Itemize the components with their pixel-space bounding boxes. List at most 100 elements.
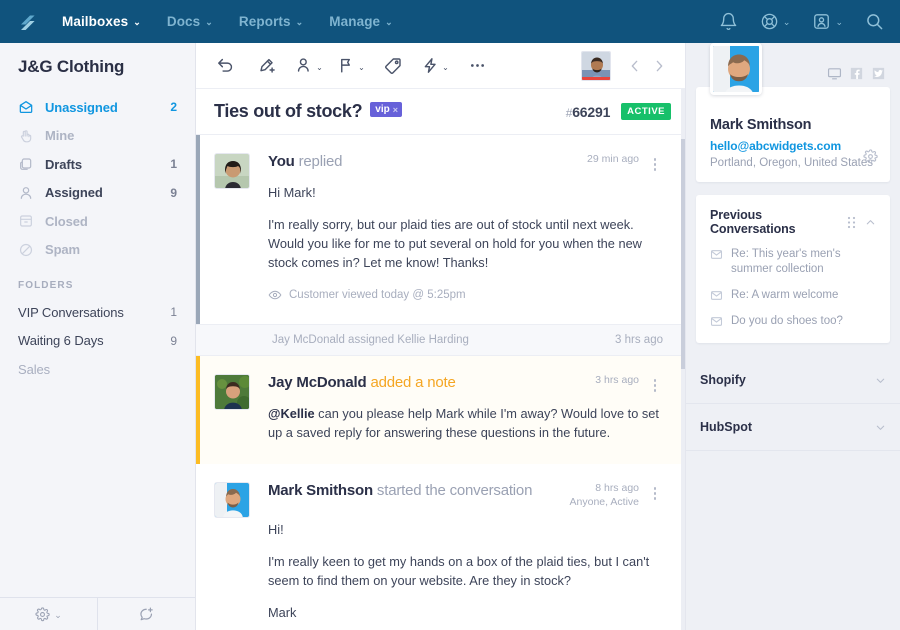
drag-handle-icon[interactable] (847, 216, 856, 229)
customer-email[interactable]: hello@abcwidgets.com (710, 139, 876, 153)
nav-item-reports[interactable]: Reports ⌄ (239, 14, 303, 29)
undo-button[interactable] (210, 51, 240, 81)
conversation-subject: Ties out of stock? (214, 101, 363, 121)
close-icon[interactable]: × (393, 105, 398, 115)
message-note: Jay McDonald added a note 3 hrs ago @Kell… (196, 356, 685, 464)
sidebar-item-waiting-6-days[interactable]: Waiting 6 Days 9 (0, 327, 195, 356)
message-header: Mark Smithson started the conversation 8 … (268, 482, 663, 508)
lightning-bolt-icon (424, 58, 436, 73)
sidebar-item-closed-label: Closed (45, 213, 88, 229)
lifebuoy-icon[interactable]: ⌄ (760, 12, 791, 31)
search-icon[interactable] (865, 12, 884, 31)
chevron-down-icon: ⌄ (133, 17, 141, 27)
sidebar-scroll-area: J&G Clothing Unassigned 2 Mine Drafts 1 … (0, 43, 195, 597)
thread-scrollbar-thumb[interactable] (681, 139, 685, 369)
chevron-down-icon[interactable] (875, 375, 886, 386)
chevron-up-icon[interactable] (865, 217, 876, 228)
envelope-icon (710, 248, 723, 261)
new-conversation-button[interactable] (97, 598, 195, 630)
app-section-shopify[interactable]: Shopify (686, 357, 900, 404)
sidebar-item-sales[interactable]: Sales (0, 355, 195, 384)
sidebar-footer-toolbar: ⌄ (0, 597, 195, 630)
message-options-button[interactable] (647, 374, 663, 392)
previous-conversation-item[interactable]: Do you do shoes too? (710, 314, 876, 329)
customer-profile-card: Mark Smithson hello@abcwidgets.com Portl… (696, 43, 890, 182)
edit-add-button[interactable] (252, 51, 282, 81)
chevron-down-icon: ⌄ (782, 17, 791, 27)
previous-conversations-header: Previous Conversations (710, 208, 876, 236)
message-timestamp: 29 min ago (587, 153, 639, 165)
nav-item-docs[interactable]: Docs ⌄ (167, 14, 213, 29)
facebook-icon[interactable] (849, 66, 864, 81)
sidebar-item-mine-label: Mine (45, 128, 75, 144)
message-author-line: Jay McDonald added a note (268, 374, 456, 392)
sidebar-item-vip-conversations-label: VIP Conversations (18, 304, 124, 320)
twitter-icon[interactable] (871, 66, 886, 81)
settings-gear-button[interactable]: ⌄ (0, 598, 97, 630)
top-navigation-bar: Mailboxes ⌄ Docs ⌄ Reports ⌄ Manage ⌄ ⌄ … (0, 0, 900, 43)
message-timestamp: 8 hrs ago (595, 482, 639, 494)
customer-location: Portland, Oregon, United States (710, 157, 874, 169)
customer-avatar[interactable] (710, 43, 762, 95)
previous-conversation-item[interactable]: Re: A warm welcome (710, 288, 876, 303)
sidebar-item-unassigned[interactable]: Unassigned 2 (0, 93, 195, 122)
sidebar-item-drafts[interactable]: Drafts 1 (0, 150, 195, 179)
sidebar-item-vip-conversations-count: 1 (170, 305, 177, 320)
sidebar-item-unassigned-label: Unassigned (45, 99, 118, 115)
assign-button[interactable]: ⌄ (294, 51, 324, 81)
ban-icon (18, 242, 36, 258)
workflow-bolt-button[interactable]: ⌄ (420, 51, 450, 81)
chevron-down-icon[interactable] (875, 422, 886, 433)
nav-item-mailboxes[interactable]: Mailboxes ⌄ (62, 14, 141, 29)
sidebar-item-closed[interactable]: Closed (0, 207, 195, 236)
thread-event-time: 3 hrs ago (615, 334, 663, 346)
gear-icon (35, 606, 50, 621)
status-flag-button[interactable]: ⌄ (336, 51, 366, 81)
sidebar-item-spam-label: Spam (45, 242, 81, 258)
chevron-down-icon: ⌄ (295, 17, 304, 27)
bell-icon[interactable] (719, 12, 738, 31)
previous-conversation-subject: Re: This year's men's summer collection (731, 248, 841, 275)
message-thread: You replied 29 min ago Hi Mark! I'm reall… (196, 135, 685, 630)
avatar-status-bar (582, 76, 610, 80)
tag-vip[interactable]: vip × (370, 102, 403, 117)
pencil-plus-icon (259, 58, 275, 73)
sidebar-item-vip-conversations[interactable]: VIP Conversations 1 (0, 298, 195, 327)
message-author-line: You replied (268, 153, 342, 171)
undo-arrow-icon (217, 58, 232, 72)
chevron-down-icon: ⌄ (205, 17, 213, 27)
tag-button[interactable] (378, 51, 408, 81)
previous-conversation-button[interactable] (623, 53, 647, 79)
helpscout-logo-icon[interactable] (16, 9, 42, 35)
nav-item-manage[interactable]: Manage ⌄ (329, 14, 393, 29)
chevron-down-icon: ⌄ (358, 63, 365, 72)
app-section-shopify-title: Shopify (700, 373, 746, 387)
message-author: Jay McDonald (268, 374, 367, 391)
previous-conversation-item[interactable]: Re: This year's men's summer collection (710, 247, 876, 277)
customer-settings-gear-icon[interactable] (863, 149, 878, 169)
sidebar-item-mine[interactable]: Mine (0, 122, 195, 151)
message-paragraph: I'm really keen to get my hands on a box… (268, 554, 650, 588)
mailbox-title: J&G Clothing (18, 57, 125, 76)
message-options-button[interactable] (647, 153, 663, 171)
sidebar-item-assigned[interactable]: Assigned 9 (0, 179, 195, 208)
chat-icon[interactable] (827, 66, 842, 81)
new-chat-icon (140, 607, 153, 620)
sidebar-item-spam[interactable]: Spam (0, 236, 195, 265)
tag-icon (384, 58, 401, 74)
message-action: added a note (370, 374, 456, 391)
ellipsis-icon (470, 64, 484, 67)
assignee-avatar[interactable] (581, 50, 611, 81)
archive-icon (18, 213, 36, 229)
previous-conversations-tools (847, 216, 876, 229)
message-paragraph: @Kellie can you please help Mark while I… (268, 406, 659, 440)
message-paragraph: Hi Mark! (268, 185, 316, 200)
next-conversation-button[interactable] (647, 53, 671, 79)
chevron-left-icon (631, 60, 638, 71)
avatar (214, 153, 250, 189)
app-section-hubspot[interactable]: HubSpot (686, 404, 900, 451)
more-button[interactable] (462, 51, 492, 81)
user-badge-icon[interactable]: ⌄ (812, 12, 843, 31)
message-footer: Customer viewed today @ 5:25pm (268, 288, 663, 302)
message-options-button[interactable] (647, 482, 663, 500)
